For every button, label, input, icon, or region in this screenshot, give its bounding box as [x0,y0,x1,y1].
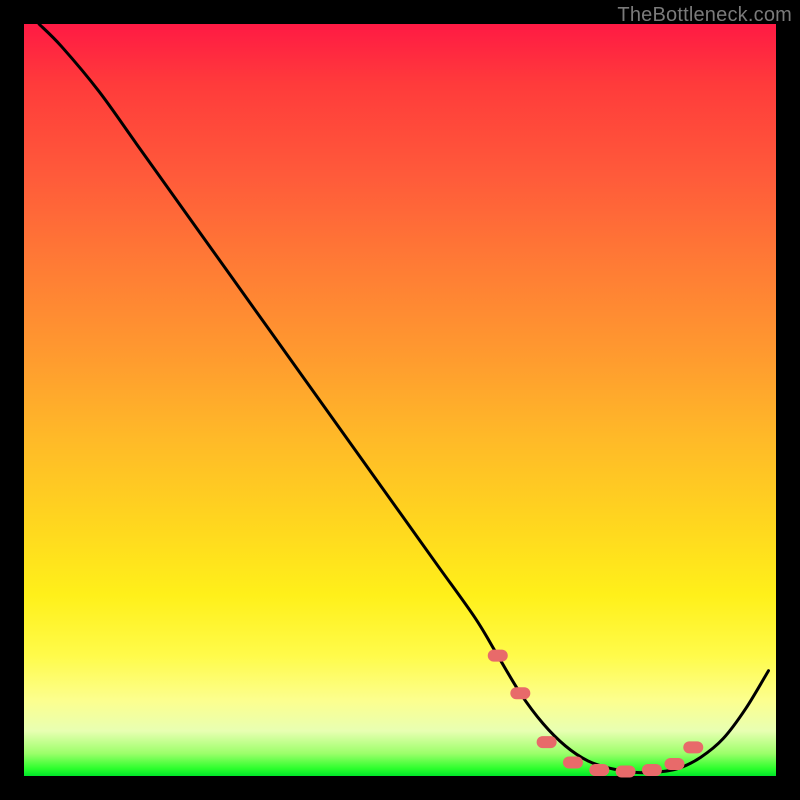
highlight-dot [510,687,530,699]
chart-frame: TheBottleneck.com [0,0,800,800]
highlight-dot [664,758,684,770]
highlight-dots [488,650,704,778]
highlight-dot [589,764,609,776]
plot-area [24,24,776,776]
highlight-dot [683,741,703,753]
highlight-dot [488,650,508,662]
highlight-dot [563,756,583,768]
curve-group [39,24,768,773]
chart-svg [24,24,776,776]
highlight-dot [537,736,557,748]
watermark-text: TheBottleneck.com [617,4,792,27]
bottleneck-curve [39,24,768,773]
highlight-dot [642,764,662,776]
highlight-dot [616,765,636,777]
